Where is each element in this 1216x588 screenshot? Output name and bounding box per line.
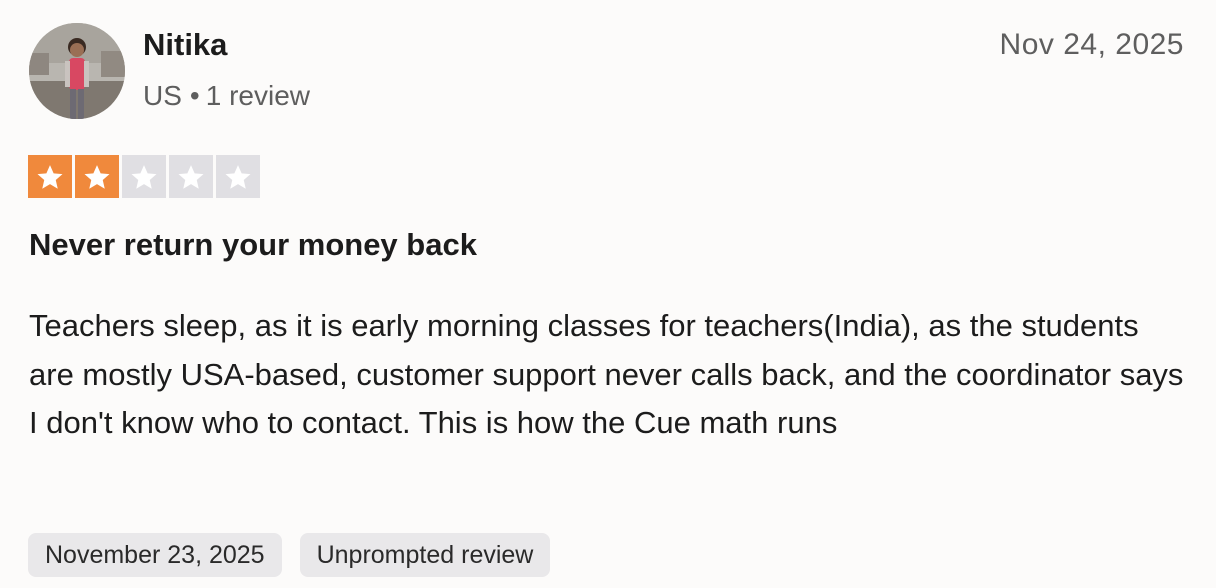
star-icon [84, 164, 110, 189]
meta-separator: • [189, 80, 200, 111]
star-rating [28, 155, 260, 198]
review-tags: November 23, 2025 Unprompted review [28, 533, 551, 577]
review-card: Nitika US • 1 review Nov 24, 2025 Never re… [0, 0, 1216, 588]
star-icon [131, 164, 157, 189]
star-icon [37, 164, 63, 189]
review-title: Never return your money back [29, 227, 477, 262]
avatar[interactable] [29, 23, 125, 119]
star-5 [216, 155, 260, 198]
star-1 [28, 155, 72, 198]
reviewer-meta: US • 1 review [143, 79, 310, 113]
review-date: Nov 24, 2025 [999, 28, 1184, 61]
reviewer-name[interactable]: Nitika [143, 27, 227, 63]
avatar-photo [29, 23, 125, 119]
star-icon [178, 164, 204, 189]
star-icon [225, 164, 251, 189]
review-body: Teachers sleep, as it is early morning c… [29, 308, 1184, 440]
review-type-tag[interactable]: Unprompted review [299, 533, 551, 577]
star-3 [122, 155, 166, 198]
experience-date-tag: November 23, 2025 [28, 533, 282, 577]
reviewer-review-count[interactable]: 1 review [206, 80, 310, 111]
star-2 [75, 155, 119, 198]
reviewer-country: US [143, 80, 182, 111]
star-4 [169, 155, 213, 198]
